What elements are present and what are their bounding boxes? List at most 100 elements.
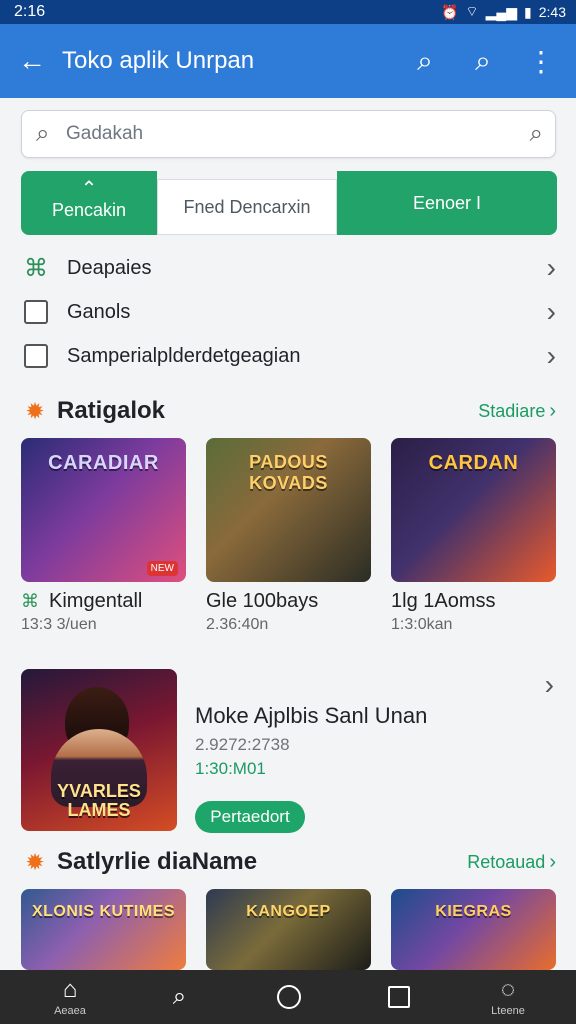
alarm-icon: ⏰ [440,3,459,20]
game-thumbnail[interactable]: XLONIS KUTIMES [21,889,186,970]
chevron-right-icon: › [546,296,556,327]
search-button[interactable]: ⌕ [408,44,442,78]
status-icons: ⏰ ⌔ ▂▄▆ ▮ 2:43 [441,3,566,21]
network-icon: ⌘ [24,254,48,282]
featured-thumbnail[interactable]: YVARLES LAMES [21,669,177,831]
game-card[interactable]: CARDAN 1lg 1Aomss 1:3:0kan [391,438,556,634]
game-thumbnail[interactable]: KIEGRAS [391,889,556,970]
battery-text: 2:43 [538,4,566,20]
featured-meta-primary: 2.9272:2738 [195,735,290,754]
featured-info: Moke Ajplbis Sanl Unan 2.9272:2738 1:30:… [177,669,556,833]
featured-app-card[interactable]: YVARLES LAMES Moke Ajplbis Sanl Unan 2.9… [21,669,556,833]
game-thumbnail[interactable]: KANGOEP [206,889,371,970]
section-title: Ratigalok [57,397,166,424]
badge: NEW [146,561,178,576]
battery-icon: ▮ [524,3,532,20]
section-header-ratigalok: ✹ Ratigalok Stadiare › [21,397,556,425]
flame-icon: ✹ [25,397,45,424]
nav-home-circle[interactable] [265,985,313,1009]
game-thumbnail[interactable]: CARADIAR NEW [21,438,186,582]
list-item-label: Deapaies [67,256,152,279]
checkbox-wrap [21,297,51,327]
chevron-right-icon: › [544,669,554,700]
chevron-right-icon: › [546,252,556,283]
game-title-row: ⌘ Kimgentall [21,590,186,613]
section-link[interactable]: Retoauad [467,852,545,873]
game-art-title: KANGOEP [246,903,331,920]
checkbox-wrap [21,341,51,371]
game-art-title: KIEGRAS [435,903,512,920]
app-title: Toko aplik Unrpan [62,47,255,74]
nav-recents[interactable] [375,986,423,1008]
network-icon: ⌘ [21,591,39,611]
segment-eenoer[interactable]: Eenoer I [337,171,557,235]
nav-label: Aeaea [54,1004,86,1017]
game-meta: Gle 100bays 2.36:40n [206,582,371,634]
more-vert-icon: ⋮ [527,45,555,77]
chevron-right-icon: › [549,399,556,422]
game-subtitle: 2.36:40n [206,616,269,633]
featured-art-title: YVARLES LAMES [57,781,141,820]
segment-pencakin[interactable]: ⌃ Pencakin [21,171,157,235]
game-art-title: CARADIAR [48,452,159,474]
section-link[interactable]: Stadiare [478,401,545,422]
game-card[interactable]: CARADIAR NEW ⌘ Kimgentall 13:3 3/uen [21,438,186,634]
wifi-icon: ⌔ [465,3,479,19]
app-bar: ← Toko aplik Unrpan ⌕ ⌕ ⋮ [0,24,576,98]
search-icon: ⌕ [417,44,433,76]
circle-icon [277,985,301,1009]
flame-icon: ✹ [25,848,45,875]
search-icon: ⌕ [475,44,491,76]
search-icon: ⌕ [36,120,50,147]
back-button[interactable]: ← [18,47,48,75]
game-card[interactable]: KANGOEP [206,889,371,970]
person-icon: ◌ [500,975,516,1003]
square-icon [387,986,410,1008]
chevron-right-icon: › [549,850,556,873]
list-item[interactable]: Ganols › [21,290,556,334]
search-icon[interactable]: ⌕ [515,120,543,148]
game-card-row-2: XLONIS KUTIMES KANGOEP KIEGRAS [21,889,556,970]
game-title: Kimgentall [49,590,143,612]
featured-meta-secondary: 1:30:M01 [195,759,266,778]
game-thumbnail[interactable]: PADOUS KOVADS [206,438,371,582]
section-header-satlyrlie: ✹ Satlyrlie diaName Retoauad › [21,848,556,876]
checkbox[interactable] [24,300,48,324]
game-art-title: CARDAN [428,452,519,474]
segment-label: Pencakin [51,199,127,220]
nav-home[interactable]: ⌂ Aeaea [46,975,94,1017]
bottom-navigation: ⌂ Aeaea ⌕ ◌ Lteene [0,970,576,1024]
game-card-row-1: CARADIAR NEW ⌘ Kimgentall 13:3 3/uen PAD… [21,438,556,634]
chevron-right-icon: › [546,340,556,371]
list-item[interactable]: Samperialplderdetgeagian › [21,334,556,378]
more-button[interactable]: ⋮ [524,44,558,78]
search-button-secondary[interactable]: ⌕ [466,44,500,78]
segment-label: Fned Dencarxin [183,196,311,217]
featured-action-button[interactable]: Pertaedort [195,801,305,833]
game-card[interactable]: XLONIS KUTIMES [21,889,186,970]
game-subtitle: 13:3 3/uen [21,616,97,633]
app-actions: ⌕ ⌕ ⋮ [408,44,558,78]
segment-fned-dencarxin[interactable]: Fned Dencarxin [157,179,337,235]
nav-label: Lteene [491,1004,525,1017]
game-card[interactable]: KIEGRAS [391,889,556,970]
game-art-title: XLONIS KUTIMES [31,903,175,920]
nav-search[interactable]: ⌕ [156,985,204,1009]
section-title: Satlyrlie diaName [57,848,258,875]
home-icon: ⌂ [62,975,78,1003]
list-item-label: Ganols [67,300,131,323]
game-art-title: PADOUS KOVADS [249,452,328,493]
game-meta: ⌘ Kimgentall 13:3 3/uen [21,582,186,634]
filter-list: ⌘ Deapaies › Ganols › Samperialplderdetg… [21,246,556,378]
checkbox[interactable] [24,344,48,368]
status-time: 2:16 [14,3,46,20]
search-box[interactable]: ⌕ Gadakah ⌕ [21,110,556,158]
nav-profile[interactable]: ◌ Lteene [484,975,532,1017]
game-subtitle: 1:3:0kan [391,616,453,633]
arrow-left-icon: ← [18,45,46,76]
game-thumbnail[interactable]: CARDAN [391,438,556,582]
list-item[interactable]: ⌘ Deapaies › [21,246,556,290]
game-card[interactable]: PADOUS KOVADS Gle 100bays 2.36:40n [206,438,371,634]
segment-label: Eenoer I [412,192,482,213]
segmented-control: ⌃ Pencakin Fned Dencarxin Eenoer I [21,171,557,235]
